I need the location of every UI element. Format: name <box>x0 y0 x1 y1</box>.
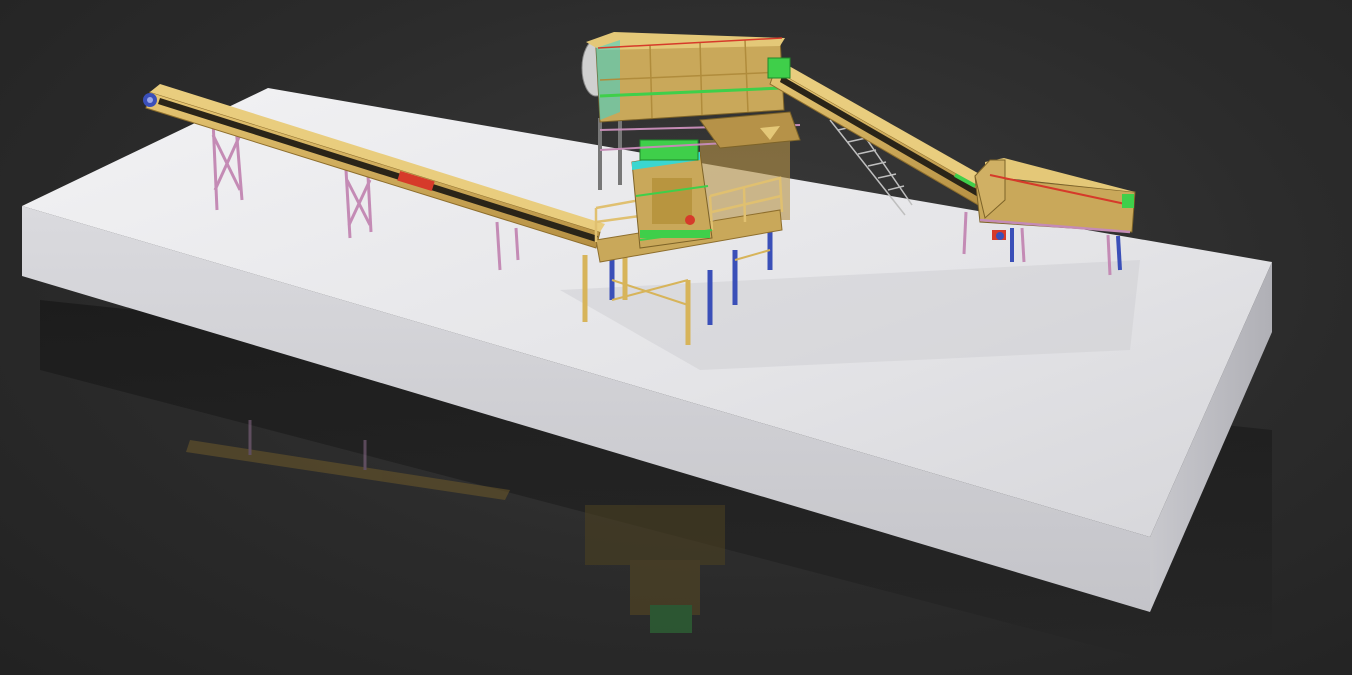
plant-render-scene <box>22 32 1272 660</box>
